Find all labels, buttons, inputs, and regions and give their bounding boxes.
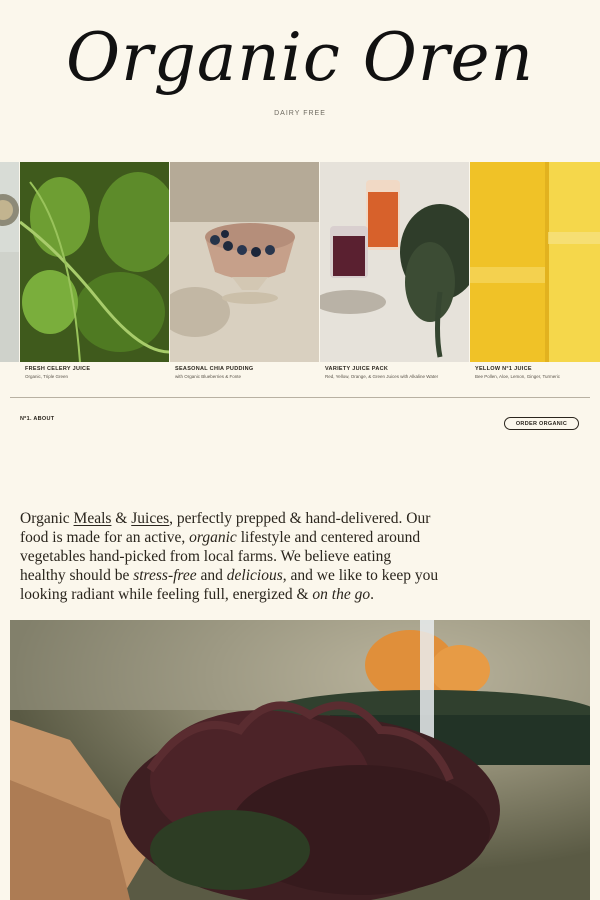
product-carousel[interactable] bbox=[0, 162, 600, 362]
about-text: & bbox=[111, 510, 132, 527]
about-text: and bbox=[196, 567, 227, 584]
juices-link[interactable]: Juices bbox=[131, 510, 169, 527]
product-subtitle: with Organic Blueberries & Fonte bbox=[175, 374, 242, 379]
product-caption-yellow[interactable]: YELLOW N°1 JUICE Bee Pollen, Aloe, Lemon… bbox=[475, 365, 560, 380]
product-subtitle: Bee Pollen, Aloe, Lemon, Ginger, Turmeri… bbox=[475, 374, 561, 379]
about-paragraph: Organic Meals & Juices, perfectly preppe… bbox=[20, 509, 440, 604]
product-title: YELLOW N°1 JUICE bbox=[475, 366, 532, 372]
product-image-partial[interactable] bbox=[0, 162, 19, 362]
product-title: VARIETY JUICE PACK bbox=[325, 366, 389, 372]
product-subtitle: Organic, Triple Green bbox=[25, 374, 69, 379]
emphasis-delicious: delicious bbox=[226, 567, 283, 584]
variety-juice-image[interactable] bbox=[320, 162, 469, 362]
product-caption-chia[interactable]: SEASONAL CHIA PUDDING with Organic Blueb… bbox=[175, 365, 253, 380]
yellow-juice-image[interactable] bbox=[470, 162, 600, 362]
product-caption-celery[interactable]: FRESH CELERY JUICE Organic, Triple Green bbox=[25, 365, 90, 380]
brand-tagline: DAIRY FREE bbox=[274, 110, 326, 117]
emphasis-organic: organic bbox=[189, 529, 237, 546]
about-text: Organic bbox=[20, 510, 74, 527]
section-divider bbox=[10, 397, 590, 398]
brand-logo[interactable]: Organic Oren bbox=[0, 12, 600, 104]
emphasis-stress-free: stress-free bbox=[133, 567, 197, 584]
meals-link[interactable]: Meals bbox=[74, 510, 112, 527]
emphasis-on-the-go: on the go bbox=[312, 586, 371, 603]
product-title: FRESH CELERY JUICE bbox=[25, 366, 91, 372]
section-label: Nº1. ABOUT bbox=[20, 416, 55, 422]
hero-image-lettuce bbox=[10, 620, 590, 900]
product-title: SEASONAL CHIA PUDDING bbox=[175, 366, 254, 372]
product-caption-variety[interactable]: VARIETY JUICE PACK Red, Yellow, Orange, … bbox=[325, 365, 438, 380]
product-subtitle: Red, Yellow, Orange, & Green Juices with… bbox=[325, 374, 439, 379]
chia-pudding-image[interactable] bbox=[170, 162, 319, 362]
about-text: . bbox=[370, 586, 374, 603]
celery-juice-image[interactable] bbox=[20, 162, 169, 362]
order-organic-button[interactable]: ORDER ORGANIC bbox=[504, 417, 579, 430]
